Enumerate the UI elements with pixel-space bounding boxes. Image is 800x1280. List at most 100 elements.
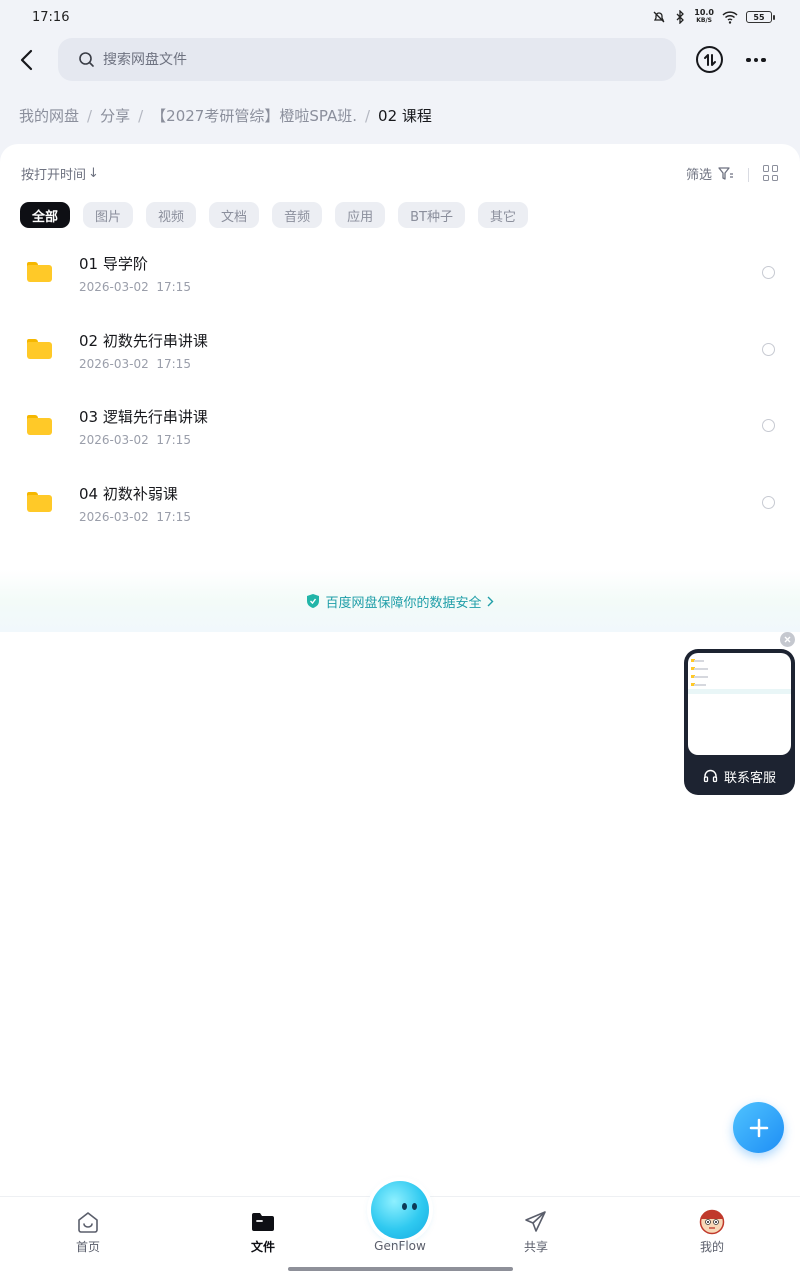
nav-home[interactable]: 首页 (58, 1209, 118, 1255)
net-speed: 10.0 KB/S (694, 8, 714, 25)
file-row[interactable]: 01 导学阶 2026-03-02 17:15 (0, 236, 800, 313)
file-name: 04 初数补弱课 (79, 484, 178, 503)
nav-genflow-label: GenFlow (374, 1239, 426, 1253)
thumb-line (694, 660, 704, 662)
thumb-banner (688, 689, 791, 694)
genflow-button[interactable] (371, 1181, 429, 1239)
file-name: 02 初数先行串讲课 (79, 331, 208, 350)
file-date: 2026-03-02 17:15 (79, 356, 191, 371)
breadcrumb-current: 02 课程 (378, 107, 432, 125)
file-date: 2026-03-02 17:15 (79, 433, 191, 447)
close-widget-button[interactable] (780, 632, 795, 647)
file-date: 2026-03-02 17:15 (79, 509, 191, 524)
thumb-line (694, 676, 708, 678)
breadcrumb-separator: / (364, 106, 371, 125)
nav-share-label: 共享 (523, 1240, 548, 1254)
grid-cell (772, 174, 778, 181)
headset-icon (703, 769, 718, 783)
avatar (699, 1209, 725, 1235)
bottom-nav: 首页 文件 GenFlow 共享 我的 (0, 1181, 800, 1280)
status-time: 17:16 (32, 9, 70, 25)
search-icon (79, 52, 94, 67)
nav-files-label: 文件 (250, 1240, 275, 1254)
file-row[interactable]: 04 初数补弱课 2026-03-02 17:15 (0, 466, 800, 543)
breadcrumb: 我的网盘 / 分享 / 【2027考研管综】橙啦SPA班. / 02 课程 (19, 105, 432, 126)
add-button[interactable] (733, 1102, 784, 1153)
sort-button[interactable]: 按打开时间 ↓ (21, 164, 99, 183)
breadcrumb-separator: / (87, 106, 93, 125)
breadcrumb-item-share[interactable]: 分享 (100, 105, 130, 126)
customer-service-widget[interactable]: 联系客服 (684, 649, 795, 795)
select-checkbox[interactable] (762, 419, 775, 432)
status-bar: 17:16 10.0 KB/S 55 (0, 0, 800, 34)
select-checkbox[interactable] (762, 342, 775, 356)
nav-share[interactable]: 共享 (506, 1209, 566, 1255)
file-row[interactable]: 02 初数先行串讲课 2026-03-02 17:15 (0, 313, 800, 390)
filter-button[interactable]: 筛选 (686, 164, 734, 183)
dot (761, 57, 766, 63)
nav-files[interactable]: 文件 (233, 1209, 293, 1255)
back-button[interactable] (12, 46, 40, 74)
home-icon (75, 1209, 101, 1235)
grid-cell (763, 165, 769, 172)
service-label: 联系客服 (723, 771, 776, 786)
chevron-left-icon (20, 49, 33, 71)
dot (753, 57, 759, 63)
more-options-button[interactable] (742, 46, 770, 74)
chip-others[interactable]: 其它 (477, 202, 528, 228)
service-preview-thumbnail (688, 653, 791, 755)
file-date: 2026-03-02 17:15 (79, 280, 191, 294)
select-checkbox[interactable] (762, 266, 775, 279)
folder-icon (27, 338, 52, 359)
file-list: 01 导学阶 2026-03-02 17:15 02 初数先行串讲课 2026-… (0, 236, 800, 542)
grid-cell (772, 165, 778, 172)
folder-icon (27, 262, 52, 282)
select-checkbox[interactable] (762, 495, 775, 509)
genflow-eye (412, 1203, 417, 1210)
file-row[interactable]: 03 逻辑先行串讲课 2026-03-02 17:15 (0, 389, 800, 466)
bluetooth-icon (676, 10, 685, 24)
file-panel: 按打开时间 ↓ 筛选 全部 图片 视频 文档 音频 应用 BT种子 其它 01 … (0, 144, 800, 1196)
data-safety-banner[interactable]: 百度网盘保障你的数据安全 (0, 570, 800, 632)
chip-all[interactable]: 全部 (20, 202, 71, 228)
nav-me[interactable]: 我的 (682, 1209, 742, 1255)
breadcrumb-separator: / (138, 106, 144, 125)
thumb-line (694, 668, 708, 670)
file-name: 01 导学阶 (79, 255, 148, 273)
transfer-list-button[interactable] (696, 46, 723, 73)
shield-icon (307, 594, 320, 608)
grid-cell (763, 174, 769, 181)
transfer-arrows-icon (703, 53, 716, 66)
genflow-eye (402, 1203, 407, 1210)
chip-audio[interactable]: 音频 (272, 202, 323, 228)
sort-arrow-icon: ↓ (88, 166, 99, 181)
folder-icon (27, 415, 52, 435)
thumb-line (694, 684, 706, 686)
wifi-icon (722, 10, 738, 24)
close-icon (784, 636, 791, 643)
sort-label: 按打开时间 (21, 168, 87, 183)
chevron-right-icon (487, 596, 493, 606)
header (0, 38, 800, 82)
file-name: 03 逻辑先行串讲课 (79, 408, 208, 426)
filter-label: 筛选 (686, 168, 713, 183)
filter-icon (718, 166, 734, 180)
grid-view-button[interactable] (763, 165, 779, 181)
chip-apps[interactable]: 应用 (335, 202, 386, 228)
chip-bt-seeds[interactable]: BT种子 (398, 202, 465, 228)
breadcrumb-item-my-drive[interactable]: 我的网盘 (19, 105, 79, 126)
nav-me-label: 我的 (699, 1240, 724, 1254)
chip-documents[interactable]: 文档 (209, 202, 260, 228)
battery-icon: 55 (746, 11, 775, 23)
search-box[interactable] (58, 38, 676, 81)
service-label-row: 联系客服 (684, 767, 795, 786)
chip-images[interactable]: 图片 (83, 202, 134, 228)
paper-plane-icon (523, 1209, 549, 1235)
chip-videos[interactable]: 视频 (146, 202, 197, 228)
folder-icon (250, 1209, 276, 1235)
nav-home-label: 首页 (75, 1240, 100, 1254)
breadcrumb-item-folder[interactable]: 【2027考研管综】橙啦SPA班. (151, 105, 357, 126)
category-chips: 全部 图片 视频 文档 音频 应用 BT种子 其它 (20, 202, 528, 228)
search-input[interactable] (103, 51, 603, 68)
status-icons: 10.0 KB/S 55 (652, 8, 775, 25)
